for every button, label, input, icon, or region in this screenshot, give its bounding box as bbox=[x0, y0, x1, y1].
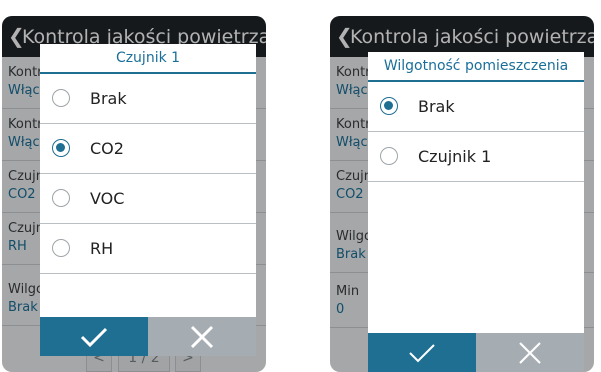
radio-option-czujnik-1[interactable]: Czujnik 1 bbox=[368, 132, 584, 182]
radio-option-rh[interactable]: RH bbox=[40, 224, 256, 274]
ok-button[interactable] bbox=[40, 317, 148, 356]
option-label: CO2 bbox=[90, 139, 124, 158]
dialog-title: Czujnik 1 bbox=[115, 50, 181, 66]
radio-dot bbox=[56, 143, 65, 152]
right-screen: ❮Kontrola jakości powietrza Kontrola Włą… bbox=[330, 16, 594, 372]
radio-option-brak[interactable]: Brak bbox=[40, 74, 256, 124]
left-screen: ❮Kontrola jakości powietrza Kontrola Włą… bbox=[2, 16, 266, 372]
checkmark-icon bbox=[409, 343, 435, 362]
option-label: VOC bbox=[90, 189, 125, 208]
option-label: Brak bbox=[418, 97, 455, 116]
radio-button[interactable] bbox=[380, 147, 398, 165]
radio-option-co2[interactable]: CO2 bbox=[40, 124, 256, 174]
radio-button[interactable] bbox=[52, 239, 70, 257]
option-label: RH bbox=[90, 239, 114, 258]
checkmark-icon bbox=[80, 327, 108, 347]
cancel-button[interactable] bbox=[148, 317, 256, 356]
radio-dot bbox=[384, 101, 393, 110]
close-icon bbox=[190, 325, 214, 348]
ok-button[interactable] bbox=[368, 333, 476, 372]
dialog-title: Wilgotność pomieszczenia bbox=[383, 58, 569, 74]
radio-option-voc[interactable]: VOC bbox=[40, 174, 256, 224]
humidity-dialog: Wilgotność pomieszczenia Brak Czujnik 1 bbox=[368, 52, 584, 372]
radio-button[interactable] bbox=[52, 189, 70, 207]
radio-button-selected[interactable] bbox=[380, 97, 398, 115]
option-label: Czujnik 1 bbox=[418, 147, 492, 166]
cancel-button[interactable] bbox=[476, 333, 584, 372]
radio-button-selected[interactable] bbox=[52, 139, 70, 157]
sensor-dialog: Czujnik 1 Brak CO2 VOC RH bbox=[40, 44, 256, 356]
option-label: Brak bbox=[90, 89, 127, 108]
close-icon bbox=[519, 341, 541, 364]
radio-option-brak[interactable]: Brak bbox=[368, 82, 584, 132]
radio-button[interactable] bbox=[52, 89, 70, 107]
